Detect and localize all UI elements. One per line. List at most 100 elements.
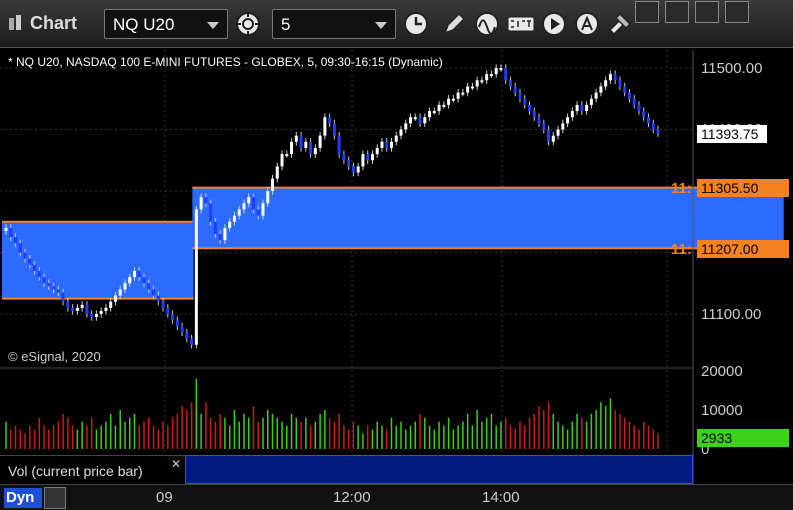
candle-body: [418, 117, 422, 124]
candle-body: [247, 197, 251, 204]
time-tick: 14:00: [482, 489, 520, 506]
candle-body: [366, 154, 370, 161]
play-button[interactable]: [540, 10, 568, 38]
chart-logo-icon: [9, 15, 21, 30]
volume-tick: 20000: [701, 363, 743, 380]
candle-body: [618, 80, 622, 87]
candle-body: [461, 92, 465, 95]
volume-input-strip: [185, 455, 693, 484]
candle-body: [432, 111, 436, 114]
candle-body: [504, 68, 508, 81]
symbol-dropdown[interactable]: NQ U20: [104, 9, 228, 39]
symbol-settings-button[interactable]: [234, 10, 262, 38]
close-button[interactable]: [725, 1, 749, 23]
candle-body: [646, 117, 650, 124]
candle-body: [242, 203, 246, 210]
volume-tick: 10000: [701, 402, 743, 419]
get-button[interactable]: [507, 10, 535, 38]
candle-body: [594, 92, 598, 99]
candle-body: [323, 117, 327, 136]
candle-body: [599, 86, 603, 93]
pin-button[interactable]: [635, 1, 659, 23]
candle-body: [404, 123, 408, 130]
minimize-button[interactable]: [665, 1, 689, 23]
candle-body: [513, 86, 517, 93]
candle-body: [80, 304, 84, 308]
candle-body: [547, 129, 551, 142]
candle-body: [228, 221, 232, 228]
candle-body: [33, 264, 37, 271]
candle-body: [147, 283, 151, 290]
candle-body: [9, 227, 13, 238]
candle-body: [123, 283, 127, 290]
time-axis: [0, 484, 793, 510]
candle-body: [156, 295, 160, 302]
candle-body: [332, 123, 336, 136]
alerts-button[interactable]: [573, 10, 601, 38]
price-chart[interactable]: [0, 50, 793, 510]
candle-body: [256, 209, 260, 216]
candle-body: [608, 74, 612, 81]
candle-body: [161, 301, 165, 308]
candle-body: [166, 307, 170, 314]
candle-body: [294, 135, 298, 142]
volume-bars: [5, 378, 659, 449]
volume-label: Vol (current price bar): [8, 463, 143, 479]
candle-body: [152, 289, 156, 296]
candle-body: [475, 80, 479, 87]
candle-body: [14, 237, 18, 244]
candle-body: [451, 98, 455, 101]
candle-body: [118, 289, 122, 296]
candle-body: [351, 166, 355, 173]
price-tick: 11500.00: [701, 60, 763, 77]
candle-body: [494, 68, 498, 75]
candle-body: [109, 301, 113, 308]
candle-body: [271, 178, 275, 191]
candle-body: [428, 111, 432, 118]
candle-body: [132, 270, 136, 278]
candle-body: [56, 289, 60, 293]
zone-rect: [192, 187, 784, 249]
candle-body: [637, 104, 641, 112]
pencil-icon: [443, 12, 466, 35]
play-icon: [542, 12, 566, 36]
candle-body: [528, 104, 532, 112]
candle-body: [266, 191, 270, 204]
close-volume-icon[interactable]: ✕: [171, 457, 181, 471]
candle-body: [28, 258, 32, 265]
studies-button[interactable]: [473, 10, 501, 38]
candle-body: [142, 277, 146, 284]
candle-body: [370, 154, 374, 161]
candle-body: [499, 68, 503, 70]
candle-body: [113, 295, 117, 302]
candle-body: [209, 203, 213, 222]
draw-button[interactable]: [440, 10, 468, 38]
chart-header: * NQ U20, NASDAQ 100 E-MINI FUTURES - GL…: [8, 55, 443, 69]
candle-body: [232, 215, 236, 222]
symbol-value: NQ U20: [113, 15, 175, 34]
time-tick: 12:00: [333, 489, 371, 506]
candle-body: [313, 147, 317, 155]
clock-icon: [404, 12, 428, 36]
candle-body: [561, 123, 565, 130]
candle-body: [175, 320, 179, 327]
link-button[interactable]: [606, 10, 634, 38]
maximize-button[interactable]: [695, 1, 719, 23]
candle-body: [37, 270, 41, 278]
candle-body: [185, 332, 189, 339]
candle-body: [627, 92, 631, 99]
candle-body: [280, 154, 284, 167]
chevron-down-icon: [375, 22, 387, 29]
candle-body: [470, 86, 474, 89]
candle-body: [137, 270, 141, 278]
clock-button[interactable]: [402, 10, 430, 38]
candle-body: [42, 277, 46, 284]
dynamic-mode-button[interactable]: Dyn: [4, 488, 42, 508]
candle-body: [585, 104, 589, 112]
lock-icon[interactable]: [44, 487, 66, 509]
volume-legend: Vol (current price bar): [0, 455, 185, 484]
interval-dropdown[interactable]: 5: [272, 9, 396, 39]
candle-body: [542, 123, 546, 130]
candle-body: [656, 129, 660, 134]
candle-body: [61, 292, 65, 302]
